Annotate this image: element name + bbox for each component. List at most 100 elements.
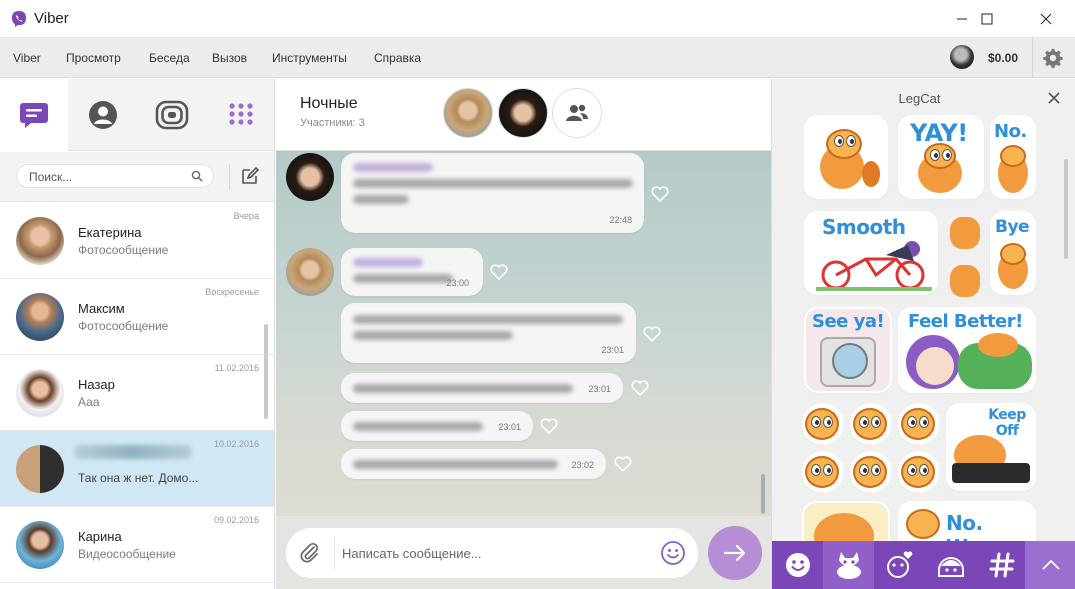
sticker-cat-face[interactable]: [900, 453, 938, 491]
sticker-text: No. Way.: [946, 511, 998, 541]
message-input[interactable]: [342, 543, 642, 563]
sticker-text: See ya!: [812, 311, 885, 332]
message-bubble[interactable]: 23:01: [341, 373, 623, 403]
sticker-feel-better[interactable]: Feel Better!: [900, 309, 1034, 391]
gear-icon[interactable]: [1042, 47, 1064, 69]
avatar: [16, 521, 64, 569]
sticker-tabs: [772, 541, 1075, 589]
conversation-title[interactable]: Ночные: [300, 95, 358, 113]
message-scrollbar[interactable]: [761, 474, 765, 514]
conversation-pane: Ночные Участники: 3 22:48 23:00 23:01 23…: [276, 79, 771, 589]
account-avatar[interactable]: [950, 45, 974, 69]
list-item[interactable]: Так она ж нет. Домо... 10.02.2016: [0, 431, 274, 507]
sticker-cat-face[interactable]: [852, 405, 890, 443]
sticker-text: No.: [994, 121, 1027, 142]
sticker-no-way[interactable]: No. Way.: [900, 503, 1034, 541]
search-input[interactable]: [29, 169, 189, 185]
group-icon: [566, 104, 588, 121]
message-bubble[interactable]: 22:48: [341, 153, 644, 233]
tab-sticker-pack-cat[interactable]: [823, 541, 874, 589]
search-box[interactable]: [16, 164, 214, 188]
list-item[interactable]: Карина Видеосообщение 09.02.2016: [0, 507, 274, 583]
sticker-no[interactable]: No.: [992, 117, 1034, 197]
paperclip-icon[interactable]: [298, 541, 322, 565]
message-time: 22:48: [609, 215, 632, 225]
sticker-cat-face[interactable]: [804, 405, 842, 443]
sticker-yay[interactable]: YAY!: [900, 117, 982, 197]
tab-hashtag[interactable]: [976, 541, 1027, 589]
sticker-paw-down[interactable]: [946, 261, 984, 301]
menu-call[interactable]: Вызов: [212, 51, 247, 65]
message-input-box[interactable]: [286, 528, 698, 578]
tab-sticker-pack-hearts[interactable]: [874, 541, 925, 589]
sticker-cat-bed[interactable]: [804, 503, 888, 541]
window-title: Viber: [34, 10, 69, 27]
chat-date: 11.02.2016: [214, 363, 259, 373]
sticker-see-ya[interactable]: See ya!: [806, 309, 890, 391]
chat-preview: Ааа: [78, 395, 100, 409]
sidebar-tabs: [0, 79, 274, 151]
sticker-bye[interactable]: Bye: [992, 213, 1034, 293]
participant-avatar[interactable]: [498, 88, 548, 138]
sticker-cat-waving[interactable]: [806, 117, 886, 197]
like-heart-icon[interactable]: [614, 456, 632, 472]
tab-emoticons[interactable]: [772, 541, 823, 589]
emoticons-icon: [785, 553, 810, 577]
list-item[interactable]: Екатерина Фотосообщение Вчера: [0, 203, 274, 279]
chat-date: Воскресенье: [205, 287, 259, 297]
sticker-scrollbar[interactable]: [1064, 159, 1068, 259]
tab-dialpad[interactable]: [207, 79, 274, 151]
close-icon[interactable]: [1047, 91, 1061, 105]
sticker-cat-face[interactable]: [804, 453, 842, 491]
conversation-header: Ночные Участники: 3: [276, 79, 771, 151]
sticker-smooth[interactable]: Smooth: [806, 213, 936, 293]
message-time: 23:00: [446, 278, 469, 288]
menu-view[interactable]: Просмотр: [66, 51, 121, 65]
sender-avatar[interactable]: [286, 153, 334, 201]
send-button[interactable]: [708, 526, 762, 580]
menu-tools[interactable]: Инструменты: [272, 51, 347, 65]
compose-icon[interactable]: [240, 166, 260, 186]
group-info-button[interactable]: [552, 88, 602, 138]
tab-public-accounts[interactable]: [138, 79, 206, 151]
menu-conversation[interactable]: Беседа: [149, 51, 190, 65]
like-heart-icon[interactable]: [540, 418, 558, 434]
participant-avatar[interactable]: [443, 88, 493, 138]
close-button[interactable]: [1023, 0, 1068, 38]
maximize-icon: [981, 13, 992, 25]
avatar: [16, 217, 64, 265]
chat-list-scrollbar[interactable]: [264, 324, 268, 419]
like-heart-icon[interactable]: [651, 186, 669, 202]
menu-help[interactable]: Справка: [374, 51, 421, 65]
close-icon: [1040, 13, 1051, 25]
list-item[interactable]: Назар Ааа 11.02.2016: [0, 355, 274, 431]
tab-sticker-pack-girl[interactable]: [925, 541, 976, 589]
hashtag-icon: [989, 552, 1014, 578]
message-bubble[interactable]: 23:00: [341, 248, 483, 296]
tab-contacts[interactable]: [69, 79, 137, 151]
like-heart-icon[interactable]: [490, 264, 508, 280]
list-item[interactable]: Максим Фотосообщение Воскресенье: [0, 279, 274, 355]
tab-chats[interactable]: [0, 79, 68, 151]
chat-name-blurred: [74, 445, 192, 459]
maximize-button[interactable]: [964, 0, 1009, 38]
message-bubble[interactable]: 23:01: [341, 411, 533, 441]
message-time: 23:01: [588, 384, 611, 394]
like-heart-icon[interactable]: [631, 380, 649, 396]
message-bubble[interactable]: 23:02: [341, 449, 606, 479]
like-heart-icon[interactable]: [643, 326, 661, 342]
sticker-cat-face[interactable]: [852, 453, 890, 491]
message-bubble[interactable]: 23:01: [341, 303, 636, 363]
sticker-keep-off[interactable]: Keep Off: [948, 405, 1034, 489]
sticker-grid: YAY! No. Smooth Bye See ya! Feel Better!…: [802, 115, 1042, 541]
expand-panel-button[interactable]: [1025, 541, 1075, 589]
chat-preview: Фотосообщение: [78, 319, 169, 333]
menu-viber[interactable]: Viber: [13, 51, 41, 65]
sticker-cat-face[interactable]: [900, 405, 938, 443]
viber-out-balance[interactable]: $0.00: [988, 51, 1018, 65]
smiley-icon[interactable]: [660, 540, 686, 566]
sender-avatar[interactable]: [286, 248, 334, 296]
chat-preview: Фотосообщение: [78, 243, 169, 257]
sticker-paw-up[interactable]: [946, 213, 984, 253]
chat-date: Вчера: [233, 211, 259, 221]
